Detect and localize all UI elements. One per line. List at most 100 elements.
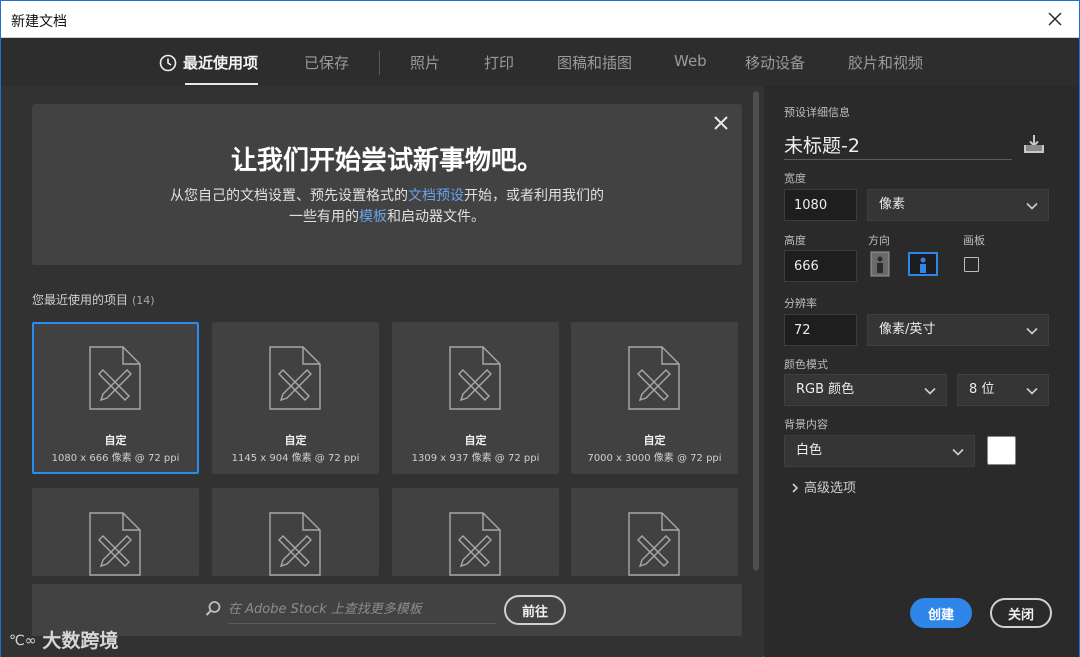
recent-item-card[interactable] [571, 488, 738, 576]
new-document-dialog: 新建文档 最近使用项 已保存 照片 打印 图稿和插图 Web 移动设备 胶片和视… [0, 0, 1080, 657]
width-unit-select[interactable]: 像素 [867, 189, 1049, 221]
advanced-options-label: 高级选项 [804, 481, 857, 496]
tab-divider [379, 51, 380, 75]
tab-recent[interactable]: 最近使用项 [159, 52, 259, 85]
recent-count: (14) [132, 294, 155, 307]
height-input[interactable] [784, 250, 857, 282]
artboard-label: 画板 [963, 234, 985, 247]
recent-item-card[interactable]: 自定 1080 x 666 像素 @ 72 ppi [32, 322, 199, 474]
bit-depth-select[interactable]: 8 位 [957, 374, 1049, 406]
tab-web[interactable]: Web [674, 52, 707, 70]
recent-items-label: 您最近使用的项目 (14) [32, 291, 155, 308]
tab-film-video[interactable]: 胶片和视频 [848, 52, 923, 73]
title-bar: 新建文档 [1, 1, 1079, 38]
document-template-icon [269, 346, 321, 410]
search-icon [205, 601, 221, 616]
welcome-banner: 让我们开始尝试新事物吧。 从您自己的文档设置、预先设置格式的文档预设开始，或者利… [32, 104, 742, 265]
recent-item-dimensions: 1080 x 666 像素 @ 72 ppi [51, 453, 180, 464]
document-template-icon [628, 512, 680, 576]
recent-item-dimensions: 1145 x 904 像素 @ 72 ppi [231, 453, 360, 464]
welcome-line-2: 一些有用的模板和启动器文件。 [32, 206, 742, 226]
document-template-icon [449, 512, 501, 576]
go-button[interactable]: 前往 [504, 595, 566, 625]
chevron-right-icon [792, 483, 799, 493]
portrait-orientation-icon[interactable] [867, 251, 893, 277]
document-presets-link[interactable]: 文档预设 [408, 188, 464, 204]
recent-item-card[interactable] [392, 488, 559, 576]
background-value: 白色 [796, 443, 823, 458]
recent-item-card[interactable]: 自定 1145 x 904 像素 @ 72 ppi [212, 322, 379, 474]
chevron-down-icon [1026, 387, 1038, 395]
recent-item-name: 自定 [104, 434, 127, 447]
width-label: 宽度 [784, 172, 806, 185]
recent-item-name: 自定 [284, 434, 307, 447]
scrollbar-thumb[interactable] [753, 91, 759, 571]
recent-item-card[interactable]: 自定 7000 x 3000 像素 @ 72 ppi [571, 322, 738, 474]
chevron-down-icon [952, 448, 964, 456]
artboard-checkbox[interactable] [964, 257, 979, 272]
advanced-options-toggle[interactable]: 高级选项 [790, 477, 856, 496]
preset-details-label: 预设详细信息 [784, 106, 850, 119]
document-template-icon [269, 512, 321, 576]
welcome-text: 和启动器文件。 [387, 209, 485, 225]
close-icon[interactable] [1043, 7, 1067, 31]
recent-item-name: 自定 [464, 434, 487, 447]
welcome-text: 开始，或者利用我们的 [464, 188, 604, 204]
tab-label: 最近使用项 [183, 54, 259, 72]
tab-art-illustration[interactable]: 图稿和插图 [557, 52, 632, 73]
resolution-unit-value: 像素/英寸 [879, 322, 936, 337]
welcome-text: 从您自己的文档设置、预先设置格式的 [170, 188, 408, 204]
recent-content: 让我们开始尝试新事物吧。 从您自己的文档设置、预先设置格式的文档预设开始，或者利… [1, 86, 763, 657]
welcome-line-1: 从您自己的文档设置、预先设置格式的文档预设开始，或者利用我们的 [32, 185, 742, 205]
tab-saved[interactable]: 已保存 [304, 52, 349, 73]
color-mode-value: RGB 颜色 [796, 382, 855, 397]
resolution-input[interactable] [784, 314, 857, 346]
welcome-text: 一些有用的 [289, 209, 359, 225]
recent-item-card[interactable]: 自定 1309 x 937 像素 @ 72 ppi [392, 322, 559, 474]
background-color-swatch[interactable] [987, 436, 1016, 465]
create-button[interactable]: 创建 [910, 598, 972, 628]
color-mode-select[interactable]: RGB 颜色 [784, 374, 947, 406]
tab-print[interactable]: 打印 [484, 52, 514, 73]
tab-mobile[interactable]: 移动设备 [745, 52, 805, 73]
document-template-icon [628, 346, 680, 410]
recent-item-dimensions: 7000 x 3000 像素 @ 72 ppi [587, 453, 722, 464]
width-input[interactable] [784, 189, 857, 221]
watermark-logo: ℃∞ [9, 633, 37, 649]
save-preset-icon[interactable] [1022, 133, 1046, 155]
resolution-unit-select[interactable]: 像素/英寸 [867, 314, 1049, 346]
tab-photo[interactable]: 照片 [410, 52, 440, 73]
height-label: 高度 [784, 234, 806, 247]
welcome-headline: 让我们开始尝试新事物吧。 [230, 146, 543, 176]
recent-label-text: 您最近使用的项目 [32, 293, 129, 307]
preset-details-panel: 预设详细信息 宽度 像素 高度 方向 画板 分辨率 像素/英寸 [764, 86, 1079, 657]
background-select[interactable]: 白色 [784, 435, 975, 467]
stock-search-bar: 前往 [32, 584, 742, 636]
background-label: 背景内容 [784, 418, 828, 431]
document-template-icon [89, 346, 141, 410]
dismiss-banner-icon[interactable] [712, 114, 730, 132]
recent-item-card[interactable] [32, 488, 199, 576]
document-template-icon [89, 512, 141, 576]
watermark: ℃∞ 大数跨境 [9, 626, 118, 653]
active-tab-indicator [185, 83, 259, 85]
templates-link[interactable]: 模板 [359, 209, 387, 225]
recent-item-card[interactable] [212, 488, 379, 576]
close-button[interactable]: 关闭 [990, 598, 1052, 628]
document-template-icon [449, 346, 501, 410]
window-title: 新建文档 [11, 14, 67, 30]
width-unit-value: 像素 [879, 197, 906, 212]
bit-depth-value: 8 位 [969, 382, 995, 397]
stock-search-input[interactable] [228, 596, 496, 624]
chevron-down-icon [1026, 327, 1038, 335]
chevron-down-icon [1026, 202, 1038, 210]
resolution-label: 分辨率 [784, 297, 817, 310]
color-mode-label: 颜色模式 [784, 358, 828, 371]
document-name-input[interactable] [784, 130, 1012, 160]
landscape-orientation-icon[interactable] [908, 251, 938, 277]
category-tabs: 最近使用项 已保存 照片 打印 图稿和插图 Web 移动设备 胶片和视频 [1, 38, 1079, 86]
clock-icon [159, 54, 177, 72]
recent-item-name: 自定 [643, 434, 666, 447]
recent-item-dimensions: 1309 x 937 像素 @ 72 ppi [411, 453, 540, 464]
chevron-down-icon [924, 387, 936, 395]
